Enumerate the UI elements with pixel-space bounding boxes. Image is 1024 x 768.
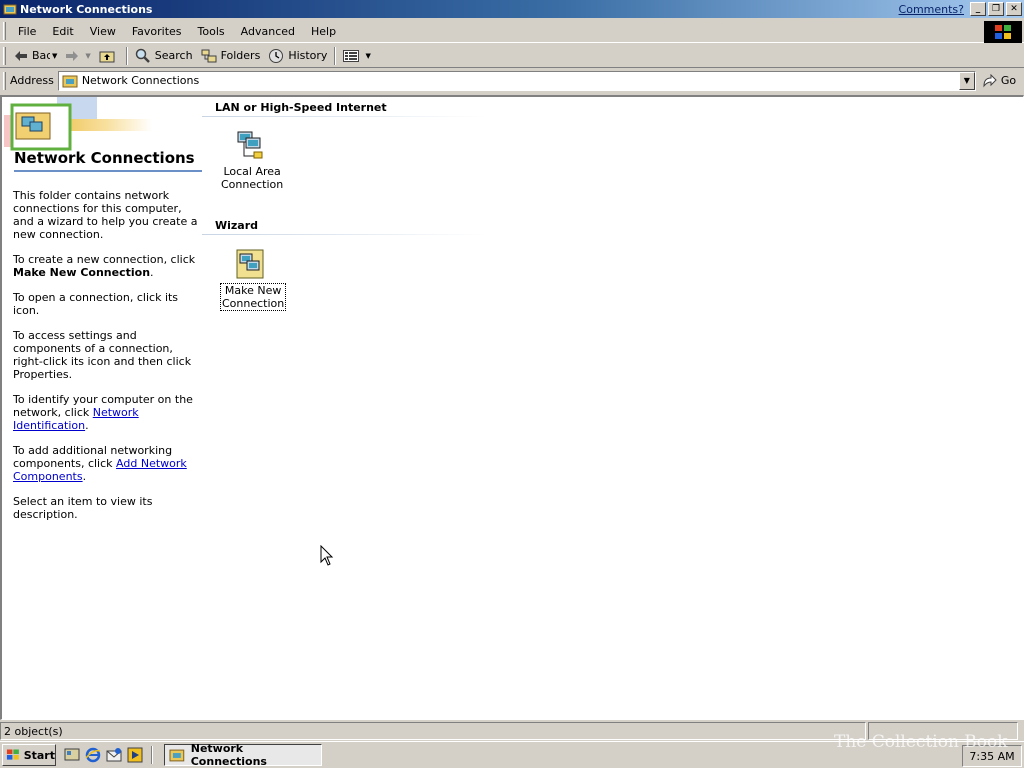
standard-toolbar: Back ▼ ▼ Search Folders History ▼ xyxy=(0,44,1024,68)
panel-title-underline xyxy=(14,170,202,172)
lan-connection-icon xyxy=(237,131,263,159)
folders-icon xyxy=(201,49,217,62)
window-title: Network Connections xyxy=(20,2,153,16)
go-arrow-icon xyxy=(983,73,997,88)
close-button[interactable]: ✕ xyxy=(1006,2,1022,16)
forward-dropdown-icon[interactable]: ▼ xyxy=(85,52,90,60)
back-button[interactable]: Back ▼ xyxy=(10,46,61,66)
start-label: Start xyxy=(23,748,55,762)
menu-advanced[interactable]: Advanced xyxy=(233,25,303,38)
item-label: Make New Connection xyxy=(220,283,287,311)
views-dropdown-icon[interactable]: ▼ xyxy=(365,52,370,60)
menu-edit[interactable]: Edit xyxy=(44,25,81,38)
restore-button[interactable]: ❐ xyxy=(988,2,1004,16)
description-paragraph: This folder contains network connections… xyxy=(13,189,198,241)
history-label: History xyxy=(288,49,328,62)
forward-button[interactable]: ▼ xyxy=(61,46,94,66)
search-icon xyxy=(135,48,150,63)
up-folder-icon xyxy=(99,51,115,62)
address-label: Address xyxy=(10,74,54,87)
windows-logo-icon xyxy=(984,21,1022,43)
description-paragraph: To access settings and components of a c… xyxy=(13,329,192,381)
menu-bar: File Edit View Favorites Tools Advanced … xyxy=(0,20,1024,43)
network-folder-icon xyxy=(169,749,185,762)
views-icon xyxy=(343,49,360,62)
address-value: Network Connections xyxy=(81,74,200,87)
back-arrow-icon xyxy=(15,50,27,61)
menu-file[interactable]: File xyxy=(10,25,44,38)
search-label: Search xyxy=(154,49,193,62)
menu-favorites[interactable]: Favorites xyxy=(124,25,190,38)
description-paragraph: To identify your computer on the network… xyxy=(13,393,193,432)
status-object-count: 2 object(s) xyxy=(0,722,866,740)
description-paragraph: To open a connection, click its icon. xyxy=(13,291,179,317)
make-new-connection-icon xyxy=(236,249,264,279)
history-button[interactable]: History xyxy=(264,46,331,66)
panel-title: Network Connections xyxy=(14,149,195,167)
menu-help[interactable]: Help xyxy=(303,25,344,38)
group-divider xyxy=(202,116,487,117)
internet-explorer-icon[interactable] xyxy=(85,747,101,763)
group-divider xyxy=(202,234,487,235)
toolbar-separator xyxy=(125,46,128,65)
description-paragraph: Select an item to view its description. xyxy=(13,495,153,521)
toolbar-grip[interactable] xyxy=(3,46,6,65)
make-new-connection-item[interactable]: Make New Connection xyxy=(220,248,287,311)
address-field[interactable]: Network Connections ▼ xyxy=(57,70,976,91)
search-button[interactable]: Search xyxy=(131,46,197,66)
item-label: Local Area Connection xyxy=(221,165,284,191)
forward-arrow-icon xyxy=(66,50,79,61)
watermark-text: The Collection Book xyxy=(834,732,1008,752)
media-player-icon[interactable] xyxy=(127,747,143,763)
group-header-lan: LAN or High-Speed Internet xyxy=(215,101,387,114)
description-paragraph: To create a new connection, click Make N… xyxy=(13,253,196,279)
menu-view[interactable]: View xyxy=(82,25,124,38)
network-folder-icon xyxy=(3,4,17,15)
back-dropdown-icon[interactable]: ▼ xyxy=(52,52,57,60)
group-header-wizard: Wizard xyxy=(215,219,259,232)
addressbar-grip[interactable] xyxy=(3,71,6,90)
folder-view[interactable]: Network Connections This folder contains… xyxy=(0,95,1024,720)
address-dropdown-button[interactable]: ▼ xyxy=(958,71,975,90)
make-new-connection-hint: Make New Connection xyxy=(13,266,151,279)
back-label: Back xyxy=(32,49,50,62)
history-icon xyxy=(269,48,284,63)
menubar-grip[interactable] xyxy=(3,22,6,40)
address-bar: Address Network Connections ▼ Go xyxy=(0,69,1024,92)
title-bar[interactable]: Network Connections Comments? _ ❐ ✕ xyxy=(0,0,1024,18)
description-paragraph: To add additional networking components,… xyxy=(13,444,187,483)
views-button[interactable]: ▼ xyxy=(339,46,374,66)
go-button[interactable]: Go xyxy=(982,73,1017,88)
show-desktop-icon[interactable] xyxy=(64,747,80,763)
webview-panel: Network Connections This folder contains… xyxy=(2,97,207,717)
local-area-connection-item[interactable]: Local Area Connection xyxy=(220,130,283,191)
mouse-cursor-icon xyxy=(320,545,334,566)
menu-tools[interactable]: Tools xyxy=(190,25,233,38)
go-label: Go xyxy=(1000,74,1017,87)
network-folder-icon xyxy=(62,75,78,87)
folders-label: Folders xyxy=(220,49,261,62)
quick-launch xyxy=(64,747,148,763)
outlook-express-icon[interactable] xyxy=(106,747,122,763)
toolbar-separator xyxy=(334,46,337,65)
minimize-button[interactable]: _ xyxy=(970,2,986,16)
taskbar-separator xyxy=(151,746,153,764)
panel-description: This folder contains network connections… xyxy=(13,189,203,533)
taskbar-network-connections-button[interactable]: Network Connections xyxy=(164,742,322,768)
windows-flag-icon xyxy=(6,749,19,760)
folders-button[interactable]: Folders xyxy=(197,46,265,66)
start-button[interactable]: Start xyxy=(2,744,56,766)
up-folder-button[interactable] xyxy=(95,46,123,66)
comments-link[interactable]: Comments? xyxy=(899,3,964,16)
task-label: Network Connections xyxy=(190,742,267,768)
